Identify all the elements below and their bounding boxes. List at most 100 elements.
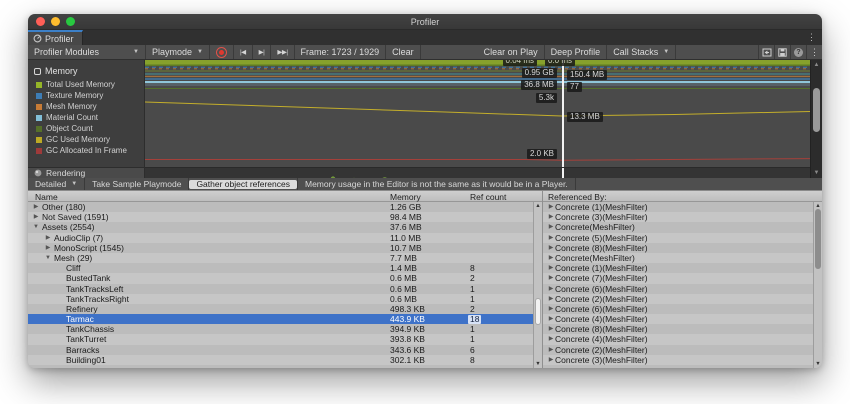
chevron-down-icon: ▼ bbox=[71, 181, 77, 187]
list-item[interactable]: ▶ Concrete (5)(MeshFilter) bbox=[543, 233, 822, 243]
referenced-by-scrollbar[interactable]: ▲ ▼ bbox=[813, 202, 822, 368]
column-name[interactable]: Name bbox=[35, 192, 58, 202]
table-row[interactable] bbox=[28, 365, 542, 368]
table-header[interactable]: Name Memory Ref count bbox=[28, 191, 542, 202]
tree-arrow-icon[interactable]: ▶ bbox=[32, 202, 40, 212]
tab-menu-icon[interactable]: ⋮ bbox=[807, 32, 816, 43]
selected-frame-line[interactable] bbox=[562, 60, 564, 167]
deep-profile-toggle[interactable]: Deep Profile bbox=[545, 45, 608, 59]
table-row[interactable]: Refinery 498.3 KB 2 bbox=[28, 304, 542, 314]
list-item[interactable]: ▶ Concrete (2)(MeshFilter) bbox=[543, 294, 822, 304]
list-item[interactable] bbox=[543, 365, 822, 368]
table-row[interactable]: Cliff 1.4 MB 8 bbox=[28, 263, 542, 273]
legend-item[interactable]: Texture Memory bbox=[28, 90, 144, 101]
row-memory: 302.1 KB bbox=[390, 355, 425, 365]
table-row[interactable]: ▶ MonoScript (1545) 10.7 MB bbox=[28, 243, 542, 253]
scroll-down-icon[interactable]: ▼ bbox=[534, 360, 542, 368]
clear-on-play-toggle[interactable]: Clear on Play bbox=[478, 45, 545, 59]
legend-item[interactable]: Object Count bbox=[28, 123, 144, 134]
list-item[interactable]: ▶ Concrete (8)(MeshFilter) bbox=[543, 324, 822, 334]
playmode-dropdown[interactable]: Playmode ▼ bbox=[146, 45, 210, 59]
table-row[interactable]: ▼ Mesh (29) 7.7 MB bbox=[28, 253, 542, 263]
list-item[interactable]: ▶ Concrete(MeshFilter) bbox=[543, 222, 822, 232]
legend-label: GC Allocated In Frame bbox=[46, 147, 127, 155]
table-row[interactable]: TankTracksRight 0.6 MB 1 bbox=[28, 294, 542, 304]
list-item[interactable]: ▶ Concrete(MeshFilter) bbox=[543, 253, 822, 263]
more-options-button[interactable]: ⋮ bbox=[806, 45, 822, 59]
chart-vertical-scrollbar[interactable]: ▲ ▼ bbox=[810, 60, 822, 178]
chart-value-badge: 0.0 ms bbox=[545, 60, 575, 66]
list-item[interactable]: ▶ Concrete (7)(MeshFilter) bbox=[543, 273, 822, 283]
list-item[interactable]: ▶ Concrete (6)(MeshFilter) bbox=[543, 284, 822, 294]
legend-item[interactable]: GC Allocated In Frame bbox=[28, 145, 144, 156]
table-row[interactable]: Barracks 343.6 KB 6 bbox=[28, 345, 542, 355]
previous-frame-button[interactable]: |◀ bbox=[234, 45, 253, 59]
scrollbar-thumb[interactable] bbox=[813, 88, 820, 132]
table-body: ▶ Other (180) 1.26 GB ▶ Not Saved (1591)… bbox=[28, 202, 542, 368]
save-profile-button[interactable] bbox=[774, 45, 790, 59]
memory-chart[interactable]: 0.04 ms 0.0 ms 0.95 GB 36.8 MB 5.3k 2.0 … bbox=[145, 60, 810, 178]
list-item[interactable]: ▶ Concrete (3)(MeshFilter) bbox=[543, 355, 822, 365]
list-item[interactable]: ▶ Concrete (2)(MeshFilter) bbox=[543, 345, 822, 355]
next-frame-button[interactable]: ▶| bbox=[253, 45, 272, 59]
window-title: Profiler bbox=[28, 17, 822, 27]
row-memory: 394.9 KB bbox=[390, 324, 425, 334]
scrollbar-thumb[interactable] bbox=[815, 209, 821, 269]
title-bar[interactable]: Profiler bbox=[28, 14, 822, 30]
list-item[interactable]: ▶ Concrete (1)(MeshFilter) bbox=[543, 202, 822, 212]
detailed-view-dropdown[interactable]: Detailed ▼ bbox=[28, 178, 85, 190]
tab-profiler[interactable]: Profiler bbox=[28, 30, 83, 45]
table-row[interactable]: Tarmac 443.9 KB 18 bbox=[28, 314, 542, 324]
scrollbar-thumb[interactable] bbox=[535, 298, 541, 325]
scroll-up-icon[interactable]: ▲ bbox=[811, 61, 822, 69]
table-row[interactable]: Building01 302.1 KB 8 bbox=[28, 355, 542, 365]
table-vertical-scrollbar[interactable]: ▲ ▼ bbox=[533, 202, 542, 368]
column-memory[interactable]: Memory bbox=[390, 192, 421, 202]
column-refcount[interactable]: Ref count bbox=[470, 192, 506, 202]
rendering-chart-series bbox=[145, 170, 810, 178]
call-stacks-dropdown[interactable]: Call Stacks ▼ bbox=[607, 45, 676, 59]
list-item[interactable]: ▶ Concrete (6)(MeshFilter) bbox=[543, 304, 822, 314]
clear-button[interactable]: Clear bbox=[386, 45, 421, 59]
table-row[interactable]: TankChassis 394.9 KB 1 bbox=[28, 324, 542, 334]
table-row[interactable]: ▶ Not Saved (1591) 98.4 MB bbox=[28, 212, 542, 222]
list-item[interactable]: ▶ Concrete (8)(MeshFilter) bbox=[543, 243, 822, 253]
tree-arrow-icon[interactable]: ▶ bbox=[44, 243, 52, 253]
take-sample-button[interactable]: Take Sample Playmode bbox=[85, 178, 189, 190]
tree-arrow-icon[interactable]: ▼ bbox=[32, 222, 40, 232]
rendering-chart-sliver[interactable] bbox=[145, 167, 810, 178]
table-row[interactable]: TankTracksLeft 0.6 MB 1 bbox=[28, 284, 542, 294]
legend-item[interactable]: GC Used Memory bbox=[28, 134, 144, 145]
list-item[interactable]: ▶ Concrete (1)(MeshFilter) bbox=[543, 263, 822, 273]
legend-item[interactable]: Mesh Memory bbox=[28, 101, 144, 112]
table-row[interactable]: ▶ Other (180) 1.26 GB bbox=[28, 202, 542, 212]
list-item[interactable]: ▶ Concrete (3)(MeshFilter) bbox=[543, 212, 822, 222]
row-memory: 393.8 KB bbox=[390, 334, 425, 344]
load-profile-button[interactable] bbox=[758, 45, 774, 59]
scroll-down-icon[interactable]: ▼ bbox=[814, 360, 822, 368]
table-row[interactable]: TankTurret 393.8 KB 1 bbox=[28, 334, 542, 344]
reference-label: Concrete (4)(MeshFilter) bbox=[555, 314, 648, 324]
current-frame-button[interactable]: ▶▶| bbox=[271, 45, 294, 59]
scroll-up-icon[interactable]: ▲ bbox=[534, 202, 542, 210]
memory-module-header[interactable]: Memory bbox=[28, 60, 144, 79]
tree-arrow-icon[interactable]: ▶ bbox=[32, 212, 40, 222]
tree-arrow-icon[interactable]: ▶ bbox=[44, 233, 52, 243]
load-icon bbox=[762, 48, 772, 57]
record-button[interactable] bbox=[210, 45, 234, 59]
list-item[interactable]: ▶ Concrete (4)(MeshFilter) bbox=[543, 334, 822, 344]
memory-chart-plot[interactable]: 0.04 ms 0.0 ms 0.95 GB 36.8 MB 5.3k 2.0 … bbox=[145, 60, 810, 167]
profiler-modules-dropdown[interactable]: Profiler Modules ▼ bbox=[28, 45, 146, 59]
tree-arrow-icon: ▶ bbox=[547, 222, 555, 232]
table-row[interactable]: BustedTank 0.6 MB 2 bbox=[28, 273, 542, 283]
legend-item[interactable]: Material Count bbox=[28, 112, 144, 123]
scroll-down-icon[interactable]: ▼ bbox=[811, 169, 822, 177]
gather-object-references-toggle[interactable]: Gather object references bbox=[189, 180, 297, 189]
tree-arrow-icon[interactable]: ▼ bbox=[44, 253, 52, 263]
help-button[interactable]: ? bbox=[790, 45, 806, 59]
list-item[interactable]: ▶ Concrete (4)(MeshFilter) bbox=[543, 314, 822, 324]
table-row[interactable]: ▶ AudioClip (7) 11.0 MB bbox=[28, 233, 542, 243]
legend-item[interactable]: Total Used Memory bbox=[28, 79, 144, 90]
table-row[interactable]: ▼ Assets (2554) 37.6 MB bbox=[28, 222, 542, 232]
rendering-module-header[interactable]: Rendering bbox=[28, 167, 144, 178]
